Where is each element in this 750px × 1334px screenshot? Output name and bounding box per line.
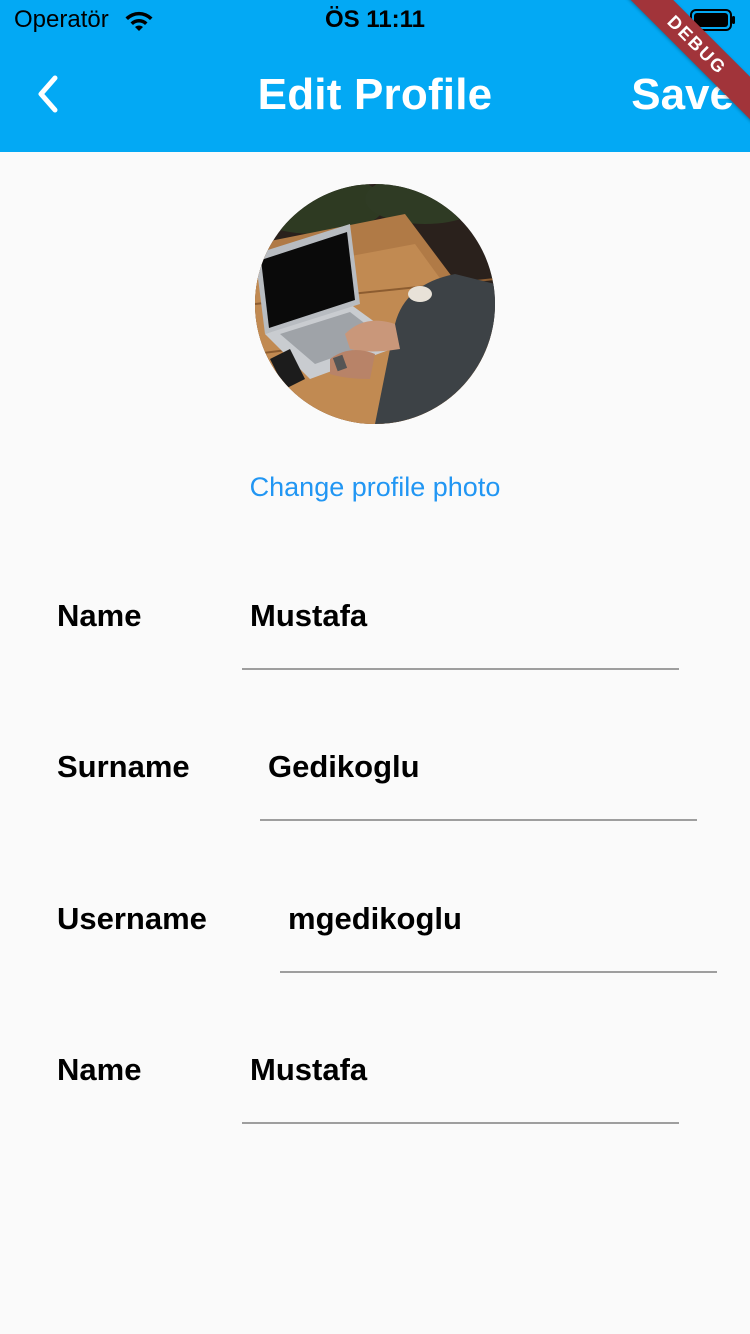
- username-field[interactable]: mgedikoglu: [280, 885, 717, 973]
- name-label-2: Name: [57, 1052, 142, 1087]
- form-row-name-2: Name Mustafa: [0, 1052, 750, 1172]
- username-label: Username: [57, 901, 207, 936]
- form-row-surname: Surname Gedikoglu: [0, 749, 750, 869]
- avatar-photo: [255, 184, 495, 424]
- app-bar: Operatör ÖS 11:11 Edit Profile Save DEBU…: [0, 0, 750, 152]
- username-value: mgedikoglu: [288, 901, 462, 936]
- change-profile-photo-link[interactable]: Change profile photo: [0, 472, 750, 503]
- status-time: ÖS 11:11: [324, 6, 426, 33]
- surname-value: Gedikoglu: [268, 749, 420, 784]
- surname-label: Surname: [57, 749, 190, 784]
- toolbar: Edit Profile Save: [0, 42, 750, 152]
- profile-avatar[interactable]: [255, 184, 495, 424]
- name-value: Mustafa: [250, 598, 368, 633]
- form-row-name: Name Mustafa: [0, 598, 750, 718]
- form-row-username: Username mgedikoglu: [0, 901, 750, 1021]
- surname-field[interactable]: Gedikoglu: [260, 733, 697, 821]
- edit-profile-screen: Operatör ÖS 11:11 Edit Profile Save DEBU…: [0, 0, 750, 1334]
- name-value-2: Mustafa: [250, 1052, 368, 1087]
- name-field-2[interactable]: Mustafa: [242, 1036, 679, 1124]
- name-label: Name: [57, 598, 142, 633]
- name-field[interactable]: Mustafa: [242, 582, 679, 670]
